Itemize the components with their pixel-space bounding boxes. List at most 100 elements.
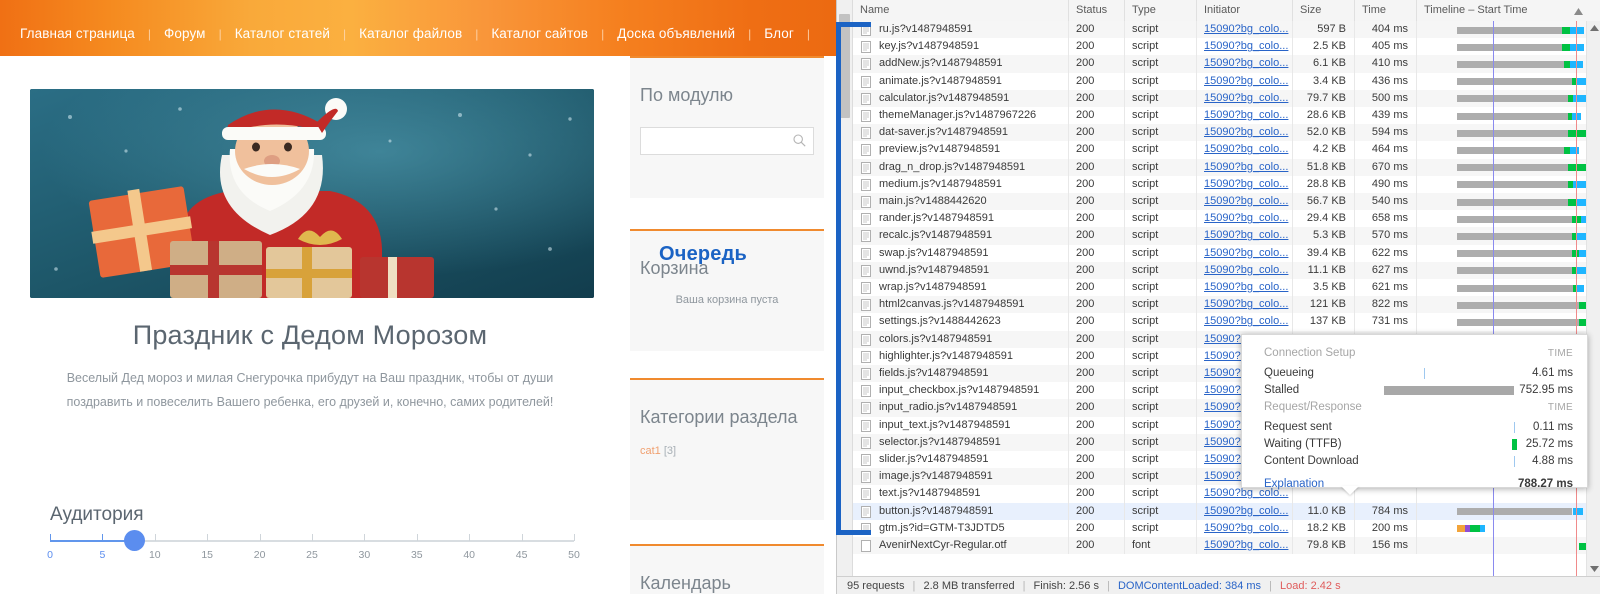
cell-name[interactable]: calculator.js?v1487948591 (853, 89, 1069, 107)
cell-waterfall[interactable] (1417, 227, 1600, 244)
initiator-link[interactable]: 15090?bg_colo... (1204, 109, 1288, 121)
cell-waterfall[interactable] (1417, 503, 1600, 520)
table-row[interactable]: dat-saver.js?v1487948591 200 script 15090?b… (853, 124, 1600, 142)
initiator-link[interactable]: 15090?bg_colo... (1204, 161, 1288, 173)
column-header-size[interactable]: Size (1293, 0, 1355, 21)
page-vertical-scrollbar[interactable] (837, 0, 853, 576)
cell-name[interactable]: slider.js?v1487948591 (853, 451, 1069, 469)
scrollbar-thumb[interactable] (839, 14, 850, 118)
cell-name[interactable]: colors.js?v1487948591 (853, 330, 1069, 348)
column-header-time[interactable]: Time (1355, 0, 1417, 21)
cell-initiator[interactable]: 15090?bg_colo... (1197, 124, 1293, 142)
cell-waterfall[interactable] (1417, 107, 1600, 124)
initiator-link[interactable]: 15090?bg_colo... (1204, 178, 1288, 190)
initiator-link[interactable]: 15090?bg_colo... (1204, 505, 1288, 517)
cell-waterfall[interactable] (1417, 124, 1600, 141)
cell-initiator[interactable]: 15090?bg_colo... (1197, 537, 1293, 555)
search-input[interactable] (641, 128, 813, 155)
table-row[interactable]: ru.js?v1487948591 200 script 15090?bg_colo.… (853, 21, 1600, 39)
cell-initiator[interactable]: 15090?bg_colo... (1197, 193, 1293, 211)
table-row[interactable]: recalc.js?v1487948591 200 script 15090?bg_c… (853, 227, 1600, 245)
cell-initiator[interactable]: 15090?bg_colo... (1197, 175, 1293, 193)
nav-link-6[interactable]: Доска объявлений (604, 26, 748, 41)
cell-name[interactable]: rander.js?v1487948591 (853, 210, 1069, 228)
initiator-link[interactable]: 15090?bg_colo... (1204, 522, 1288, 534)
cell-initiator[interactable]: 15090?bg_colo... (1197, 38, 1293, 56)
cell-name[interactable]: swap.js?v1487948591 (853, 244, 1069, 262)
column-header-name[interactable]: Name (853, 0, 1069, 21)
initiator-link[interactable]: 15090?bg_colo... (1204, 247, 1288, 259)
cell-name[interactable]: button.js?v1487948591 (853, 502, 1069, 520)
nav-link-2[interactable]: Форум (151, 26, 219, 41)
cell-name[interactable]: wrap.js?v1487948591 (853, 279, 1069, 297)
nav-link-3[interactable]: Каталог статей (222, 26, 343, 41)
cell-name[interactable]: input_text.js?v1487948591 (853, 416, 1069, 434)
scroll-up-arrow-icon[interactable] (1587, 21, 1600, 35)
cell-waterfall[interactable] (1417, 159, 1600, 176)
cell-initiator[interactable]: 15090?bg_colo... (1197, 158, 1293, 176)
table-row[interactable]: animate.js?v1487948591 200 script 15090?bg_… (853, 72, 1600, 90)
cell-initiator[interactable]: 15090?bg_colo... (1197, 296, 1293, 314)
initiator-link[interactable]: 15090?bg_colo... (1204, 195, 1288, 207)
initiator-link[interactable]: 15090?bg_colo... (1204, 75, 1288, 87)
column-header-status[interactable]: Status (1069, 0, 1125, 21)
cell-name[interactable]: settings.js?v1488442623 (853, 313, 1069, 331)
initiator-link[interactable]: 15090?bg_colo... (1204, 298, 1288, 310)
table-row[interactable]: drag_n_drop.js?v1487948591 200 script 15090… (853, 158, 1600, 176)
cell-name[interactable]: fields.js?v1487948591 (853, 365, 1069, 383)
nav-link-1[interactable]: Главная страница (0, 26, 148, 41)
cell-name[interactable]: input_checkbox.js?v1487948591 (853, 382, 1069, 400)
table-row[interactable]: uwnd.js?v1487948591 200 script 15090?bg_col… (853, 261, 1600, 279)
column-header-timeline[interactable]: Timeline – Start Time (1417, 0, 1600, 21)
initiator-link[interactable]: 15090?bg_colo... (1204, 23, 1288, 35)
cell-name[interactable]: themeManager.js?v1487967226 (853, 107, 1069, 125)
initiator-link[interactable]: 15090?bg_colo... (1204, 126, 1288, 138)
cell-name[interactable]: gtm.js?id=GTM-T3JDTD5 (853, 519, 1069, 537)
cell-initiator[interactable]: 15090?bg_colo... (1197, 72, 1293, 90)
cell-name[interactable]: preview.js?v1487948591 (853, 141, 1069, 159)
table-row[interactable]: button.js?v1487948591 200 script 15090?bg_c… (853, 502, 1600, 520)
cell-initiator[interactable]: 15090?bg_colo... (1197, 519, 1293, 537)
initiator-link[interactable]: 15090?bg_colo... (1204, 212, 1288, 224)
cell-name[interactable]: main.js?v1488442620 (853, 193, 1069, 211)
initiator-link[interactable]: 15090?bg_colo... (1204, 264, 1288, 276)
cell-initiator[interactable]: 15090?bg_colo... (1197, 502, 1293, 520)
cell-initiator[interactable]: 15090?bg_colo... (1197, 279, 1293, 297)
table-row[interactable]: html2canvas.js?v1487948591 200 script 15090… (853, 296, 1600, 314)
cell-name[interactable]: animate.js?v1487948591 (853, 72, 1069, 90)
nav-link-7[interactable]: Блог (751, 26, 807, 41)
table-row[interactable]: wrap.js?v1487948591 200 script 15090?bg_col… (853, 279, 1600, 297)
initiator-link[interactable]: 15090?bg_colo... (1204, 57, 1288, 69)
nav-link-5[interactable]: Каталог сайтов (478, 26, 601, 41)
scroll-down-arrow-icon[interactable] (1587, 562, 1600, 576)
initiator-link[interactable]: 15090?bg_colo... (1204, 539, 1288, 551)
initiator-link[interactable]: 15090?bg_colo... (1204, 315, 1288, 327)
cell-name[interactable]: addNew.js?v1487948591 (853, 55, 1069, 73)
cell-name[interactable]: key.js?v1487948591 (853, 38, 1069, 56)
cell-name[interactable]: ru.js?v1487948591 (853, 21, 1069, 39)
cell-name[interactable]: highlighter.js?v1487948591 (853, 347, 1069, 365)
audience-slider[interactable]: 0 5 10 15 20 25 30 35 40 45 50 (47, 530, 580, 561)
search-icon[interactable] (793, 134, 806, 147)
cell-waterfall[interactable] (1417, 55, 1600, 72)
cell-name[interactable]: selector.js?v1487948591 (853, 433, 1069, 451)
initiator-link[interactable]: 15090?bg_colo... (1204, 229, 1288, 241)
slider-thumb[interactable] (123, 530, 145, 551)
cell-name[interactable]: medium.js?v1487948591 (853, 175, 1069, 193)
cell-name[interactable]: dat-saver.js?v1487948591 (853, 124, 1069, 142)
cell-waterfall[interactable] (1417, 176, 1600, 193)
table-row[interactable]: swap.js?v1487948591 200 script 15090?bg_col… (853, 244, 1600, 262)
initiator-link[interactable]: 15090?bg_colo... (1204, 281, 1288, 293)
cell-waterfall[interactable] (1417, 262, 1600, 279)
initiator-link[interactable]: 15090?bg_colo... (1204, 92, 1288, 104)
cell-waterfall[interactable] (1417, 73, 1600, 90)
sidebar-search[interactable] (640, 127, 814, 156)
column-header-initiator[interactable]: Initiator (1197, 0, 1293, 21)
cell-initiator[interactable]: 15090?bg_colo... (1197, 21, 1293, 39)
cell-waterfall[interactable] (1417, 537, 1600, 554)
table-row[interactable]: calculator.js?v1487948591 200 script 15090?… (853, 89, 1600, 107)
table-vertical-scrollbar[interactable] (1586, 21, 1600, 576)
cell-waterfall[interactable] (1417, 193, 1600, 210)
nav-link-4[interactable]: Каталог файлов (346, 26, 475, 41)
table-row[interactable]: preview.js?v1487948591 200 script 15090?bg_… (853, 141, 1600, 159)
